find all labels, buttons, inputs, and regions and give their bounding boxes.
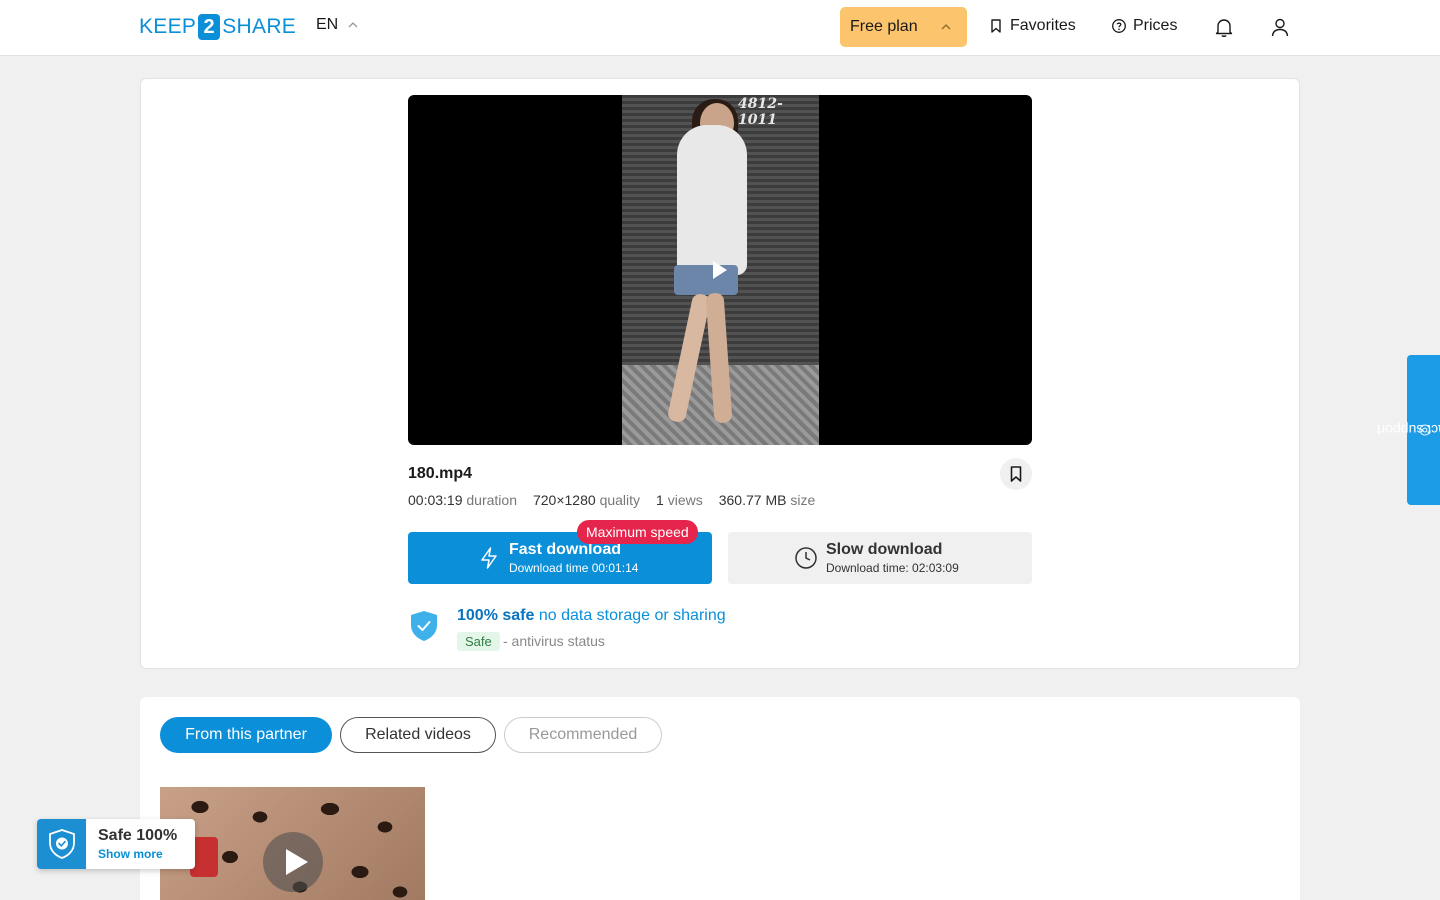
site-logo[interactable]: KEEP 2 SHARE bbox=[139, 14, 296, 40]
bookmark-icon bbox=[1010, 466, 1022, 482]
file-name: 180.mp4 bbox=[408, 465, 473, 482]
safety-headline: 100% safe no data storage or sharing bbox=[457, 607, 726, 624]
logo-badge: 2 bbox=[198, 14, 221, 40]
file-meta: 00:03:19 duration 720×1280 quality 1 vie… bbox=[408, 492, 815, 508]
slow-download-label: Slow download bbox=[826, 541, 943, 558]
chevron-up-icon bbox=[941, 24, 951, 30]
prices-label: Prices bbox=[1133, 17, 1178, 34]
safe-widget-title: Safe 100% bbox=[98, 827, 178, 844]
safe-widget-link[interactable]: Show more bbox=[98, 847, 163, 861]
prices-link[interactable]: Prices bbox=[1111, 17, 1177, 35]
favorites-label: Favorites bbox=[1010, 17, 1076, 34]
shield-check-icon bbox=[48, 829, 75, 859]
video-thumbnail[interactable] bbox=[160, 787, 425, 900]
fast-download-time: Download time 00:01:14 bbox=[509, 561, 639, 575]
figure-shorts bbox=[674, 265, 738, 295]
bookmark-button[interactable] bbox=[1000, 458, 1032, 490]
contact-support-tab[interactable]: ◎ contact support bbox=[1375, 355, 1440, 505]
tab-recommended[interactable]: Recommended bbox=[504, 717, 662, 753]
figure-body bbox=[677, 125, 747, 275]
slow-download-time: Download time: 02:03:09 bbox=[826, 561, 959, 575]
help-circle-icon bbox=[1112, 19, 1126, 33]
chevron-up-icon bbox=[348, 22, 358, 28]
favorites-link[interactable]: Favorites bbox=[988, 17, 1076, 35]
bookmark-icon bbox=[991, 19, 1001, 33]
clock-icon bbox=[795, 547, 817, 569]
frame-sign-text: 4812-1011 bbox=[738, 96, 783, 128]
video-player[interactable]: 4812-1011 bbox=[408, 95, 1032, 445]
lightning-icon bbox=[481, 547, 497, 569]
top-header: KEEP 2 SHARE EN Free plan Favorites Pric… bbox=[0, 0, 1440, 56]
slow-download-button[interactable]: Slow download Download time: 02:03:09 bbox=[728, 532, 1032, 584]
notifications-button[interactable] bbox=[1211, 14, 1237, 40]
language-label: EN bbox=[316, 16, 339, 33]
max-speed-badge: Maximum speed bbox=[577, 520, 698, 544]
language-selector[interactable]: EN bbox=[316, 16, 358, 34]
antivirus-status-text: - antivirus status bbox=[503, 633, 605, 649]
logo-text-left: KEEP bbox=[139, 15, 197, 38]
account-button[interactable] bbox=[1267, 14, 1293, 40]
user-icon bbox=[1271, 18, 1289, 37]
bell-icon bbox=[1215, 19, 1233, 37]
antivirus-status-badge: Safe bbox=[457, 632, 500, 651]
shield-check-icon bbox=[411, 611, 437, 641]
meta-quality: 720×1280 quality bbox=[532, 492, 641, 508]
free-plan-button[interactable]: Free plan bbox=[840, 7, 967, 47]
safe-widget-icon-area bbox=[37, 819, 86, 869]
meta-size: 360.77 MB size bbox=[718, 492, 816, 508]
safe-widget[interactable]: Safe 100% Show more bbox=[37, 819, 195, 869]
logo-text-right: SHARE bbox=[222, 15, 297, 38]
play-icon[interactable] bbox=[713, 261, 727, 279]
play-icon[interactable] bbox=[263, 832, 323, 892]
meta-duration: 00:03:19 duration bbox=[408, 492, 517, 508]
tab-from-this-partner[interactable]: From this partner bbox=[160, 717, 332, 753]
meta-views: 1 views bbox=[656, 492, 703, 508]
contact-support-label: ◎ contact support bbox=[1375, 422, 1440, 438]
free-plan-label: Free plan bbox=[850, 18, 918, 35]
tab-related-videos[interactable]: Related videos bbox=[340, 717, 496, 753]
